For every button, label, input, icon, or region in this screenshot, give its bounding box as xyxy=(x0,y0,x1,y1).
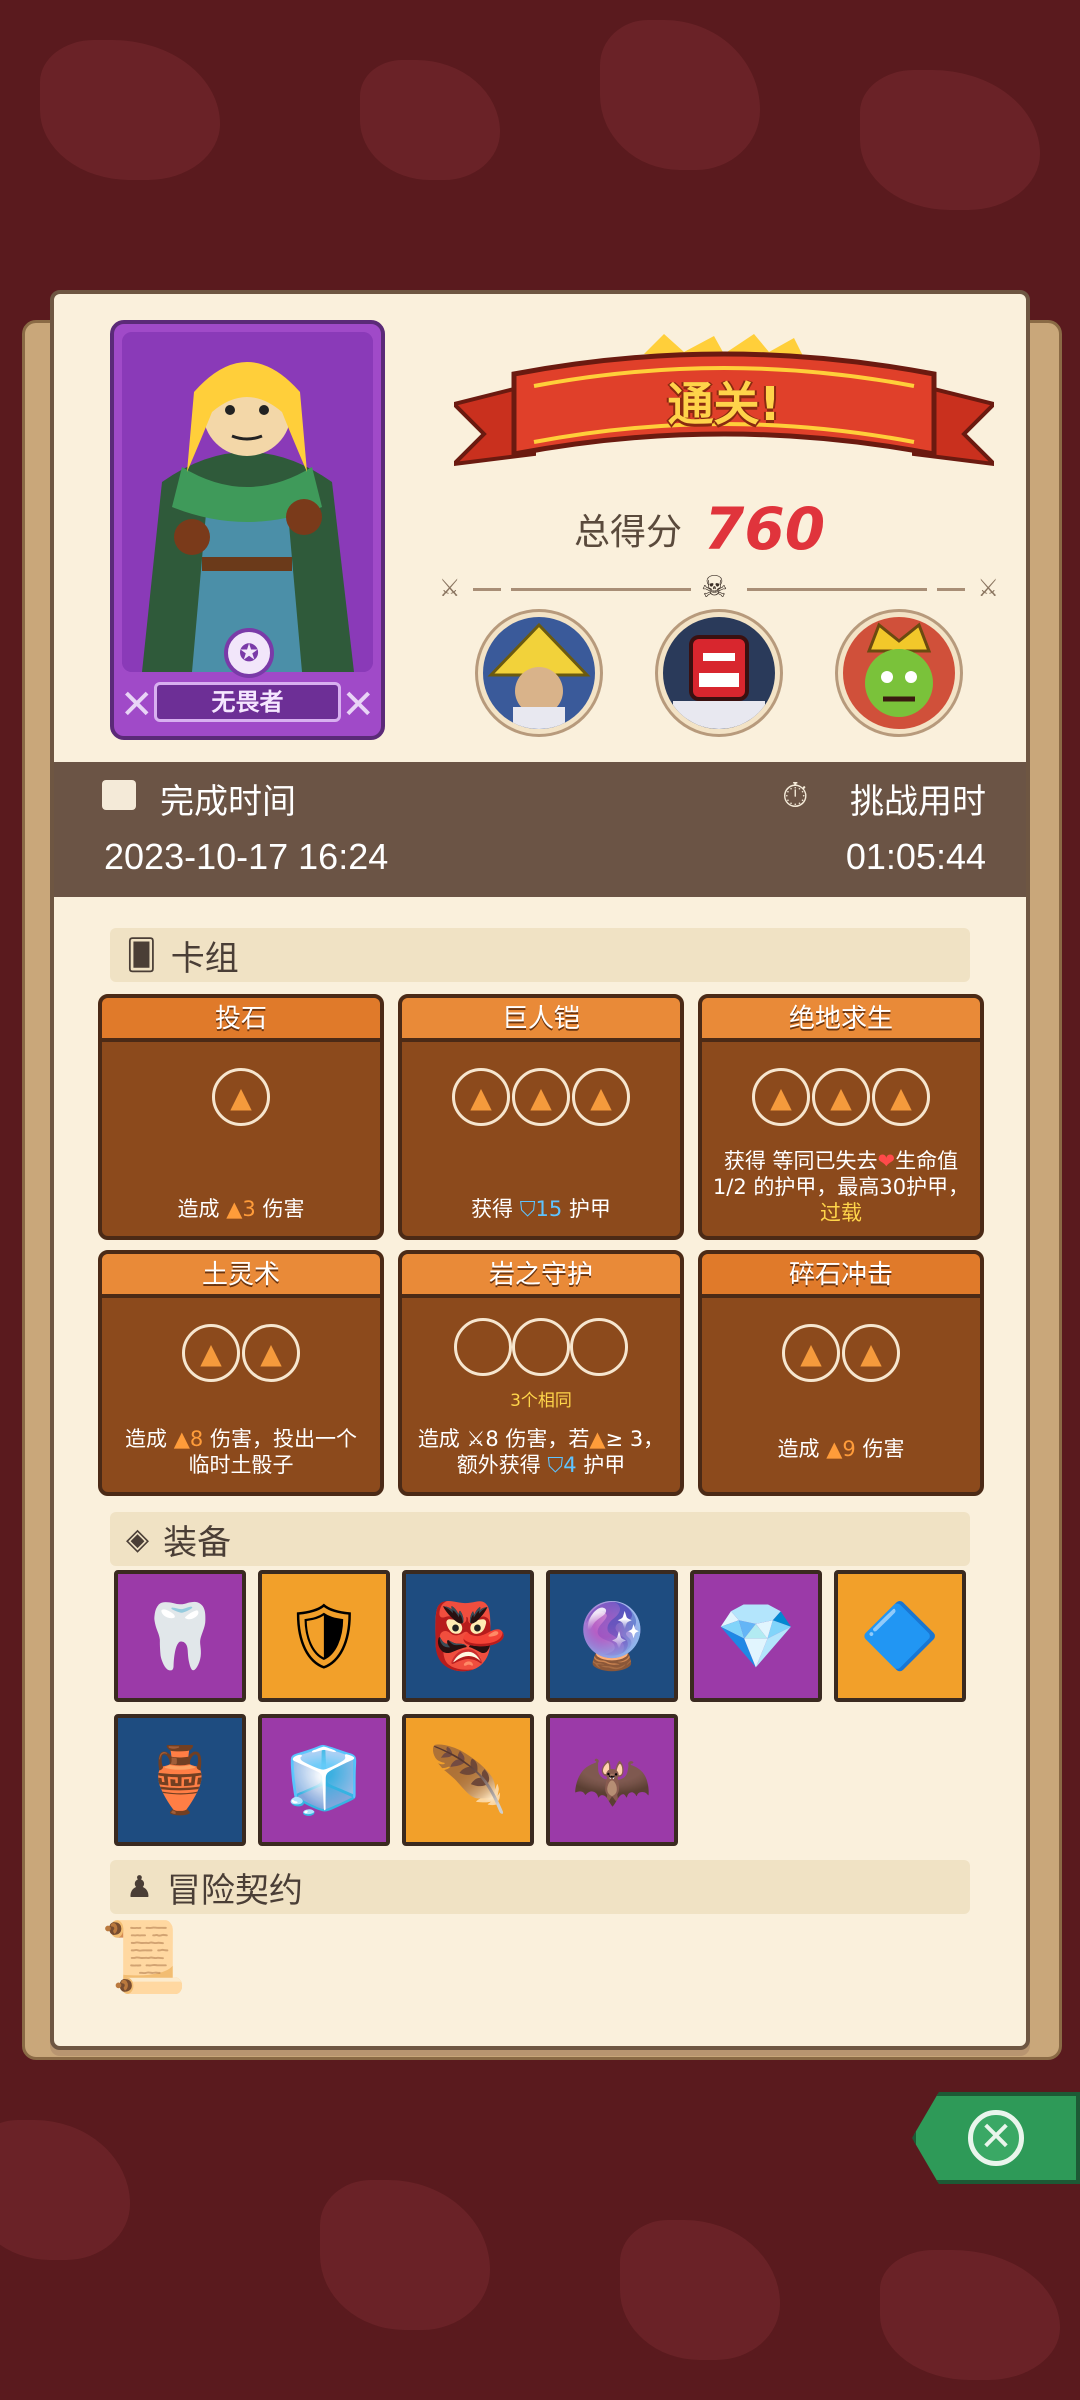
winged-crest-icon[interactable]: 🦇 xyxy=(546,1714,678,1846)
empty-die-slot xyxy=(512,1318,570,1376)
earth-damage-icon: ▲ xyxy=(226,1197,243,1221)
golden-seed-pot-icon[interactable]: 🏺 xyxy=(114,1714,246,1846)
earth-die-icon: ▲ xyxy=(812,1068,870,1126)
sword-icon: ⚔ xyxy=(466,1427,486,1451)
cards-icon: 🂠 xyxy=(126,937,157,973)
stone-cube-icon[interactable]: 🧊 xyxy=(258,1714,390,1846)
boss-divider: ⚔ ☠ ⚔ xyxy=(439,570,999,605)
contract-section-header: ♟ 冒险契约 xyxy=(110,1860,970,1914)
hero-card[interactable]: ✪ ✕ ✕ 无畏者 xyxy=(110,320,385,740)
close-icon[interactable]: ✕ xyxy=(968,2110,1024,2166)
earth-damage-icon: ▲ xyxy=(826,1437,843,1461)
equipment-title: 装备 xyxy=(163,1522,232,1563)
earth-die-icon: ▲ xyxy=(842,1324,900,1382)
contract-title: 冒险契约 xyxy=(166,1870,303,1911)
earth-die-icon: ▲ xyxy=(572,1068,630,1126)
score-row: 总得分 760 xyxy=(574,494,894,564)
card-juedi-qiusheng[interactable]: 绝地求生 ▲ ▲ ▲ 获得 等同已失去❤生命值 1/2 的护甲，最高30护甲， … xyxy=(698,994,984,1240)
calendar-icon xyxy=(102,780,136,810)
hero-portrait xyxy=(122,332,373,672)
card-title: 巨人铠 xyxy=(402,998,680,1042)
banner-title: 通关! xyxy=(667,377,781,431)
card-description: 造成 ▲8 伤害，投出一个 临时土骰子 xyxy=(125,1427,357,1477)
completed-time-value: 2023-10-17 16:24 xyxy=(104,836,389,877)
armor-shield-icon: ⛉ xyxy=(547,1453,564,1477)
card-tuling-shu[interactable]: 土灵术 ▲ ▲ 造成 ▲8 伤害，投出一个 临时土骰子 xyxy=(98,1250,384,1496)
earth-die-icon: ▲ xyxy=(212,1068,270,1126)
dice-slots: ▲ ▲ xyxy=(702,1324,980,1382)
result-panel: ✪ ✕ ✕ 无畏者 通关! 总得分 760 ⚔ ☠ ⚔ 完成时间 2023-10… xyxy=(50,290,1030,2050)
straw-hat-boss-portrait[interactable] xyxy=(478,612,600,734)
duration-value: 01:05:44 xyxy=(845,836,986,877)
dice-slots: ▲ ▲ ▲ xyxy=(402,1068,680,1126)
duration-label: 挑战用时 xyxy=(850,782,986,822)
heart-icon: ❤ xyxy=(877,1149,896,1173)
dice-slots: ▲ ▲ ▲ xyxy=(702,1068,980,1126)
ice-amulet-icon[interactable]: 🔷 xyxy=(834,1570,966,1702)
card-title: 投石 xyxy=(102,998,380,1042)
earth-damage-icon: ▲ xyxy=(173,1427,190,1451)
card-description: 造成 ▲3 伤害 xyxy=(177,1197,305,1221)
bone-icon: ✕ xyxy=(341,682,375,728)
empty-die-slot xyxy=(454,1318,512,1376)
card-juren-kai[interactable]: 巨人铠 ▲ ▲ ▲ 获得 ⛉15 护甲 xyxy=(398,994,684,1240)
stopwatch-icon: ⏱ xyxy=(782,776,809,816)
earth-die-icon: ▲ xyxy=(589,1427,606,1451)
time-band: 完成时间 2023-10-17 16:24 ⏱ 挑战用时 01:05:44 xyxy=(54,762,1026,897)
empty-die-slot xyxy=(570,1318,628,1376)
card-description: 获得 等同已失去❤生命值 1/2 的护甲，最高30护甲， 过载 xyxy=(712,1149,970,1225)
card-title: 绝地求生 xyxy=(702,998,980,1042)
earth-die-icon: ▲ xyxy=(452,1068,510,1126)
amethyst-crystal-icon[interactable]: 🔮 xyxy=(546,1570,678,1702)
crossed-swords-icon: ⚔ xyxy=(439,574,461,602)
earth-die-icon: ▲ xyxy=(512,1068,570,1126)
bone-icon: ✕ xyxy=(120,682,154,728)
victory-banner: 通关! xyxy=(448,334,1000,484)
card-description: 造成 ⚔8 伤害，若▲≥ 3， 额外获得 ⛉4 护甲 xyxy=(417,1427,665,1477)
card-description: 造成 ▲9 伤害 xyxy=(777,1437,905,1461)
ruby-gem-icon[interactable]: 💎 xyxy=(690,1570,822,1702)
earth-die-icon: ▲ xyxy=(752,1068,810,1126)
score-value: 760 xyxy=(704,495,826,563)
hero-name: 无畏者 xyxy=(154,682,341,722)
scroll-icon[interactable]: 📜 xyxy=(100,1916,187,1999)
star-medal-icon: ✪ xyxy=(224,628,274,678)
green-goblin-king-portrait[interactable] xyxy=(838,612,960,734)
card-toushi[interactable]: 投石 ▲ 造成 ▲3 伤害 xyxy=(98,994,384,1240)
dice-slots: ▲ ▲ xyxy=(102,1324,380,1382)
card-description: 获得 ⛉15 护甲 xyxy=(471,1197,611,1221)
earth-die-icon: ▲ xyxy=(782,1324,840,1382)
red-demon-boss-portrait[interactable] xyxy=(658,612,780,734)
bronze-ring-shield-icon[interactable]: 🛡 xyxy=(258,1570,390,1702)
skull-emblem-icon: ☠ xyxy=(701,570,728,605)
card-yanzhi-shouhu[interactable]: 岩之守护 3个相同 造成 ⚔8 伤害，若▲≥ 3， 额外获得 ⛉4 护甲 xyxy=(398,1250,684,1496)
earth-die-icon: ▲ xyxy=(242,1324,300,1382)
armor-shield-icon: ⛉ xyxy=(519,1197,536,1221)
card-title: 土灵术 xyxy=(102,1254,380,1298)
card-title: 碎石冲击 xyxy=(702,1254,980,1298)
card-suishi-chongji[interactable]: 碎石冲击 ▲ ▲ 造成 ▲9 伤害 xyxy=(698,1250,984,1496)
completed-time-label: 完成时间 xyxy=(160,782,296,822)
earth-die-icon: ▲ xyxy=(872,1068,930,1126)
crossed-swords-icon: ⚔ xyxy=(977,574,999,602)
person-icon: ♟ xyxy=(126,1869,153,1905)
dice-slots xyxy=(402,1318,680,1376)
dice-slots: ▲ xyxy=(102,1068,380,1126)
phoenix-feather-icon[interactable]: 🪶 xyxy=(402,1714,534,1846)
deck-section-header: 🂠 卡组 xyxy=(110,928,970,982)
deck-title: 卡组 xyxy=(170,938,239,979)
card-title: 岩之守护 xyxy=(402,1254,680,1298)
score-label: 总得分 xyxy=(574,512,683,553)
earth-die-icon: ▲ xyxy=(182,1324,240,1382)
tiki-mask-icon[interactable]: 👺 xyxy=(402,1570,534,1702)
equipment-section-header: ◈ 装备 xyxy=(110,1512,970,1566)
twin-fangs-icon[interactable]: 🦷 xyxy=(114,1570,246,1702)
box-icon: ◈ xyxy=(126,1521,150,1557)
card-condition: 3个相同 xyxy=(510,1391,572,1411)
